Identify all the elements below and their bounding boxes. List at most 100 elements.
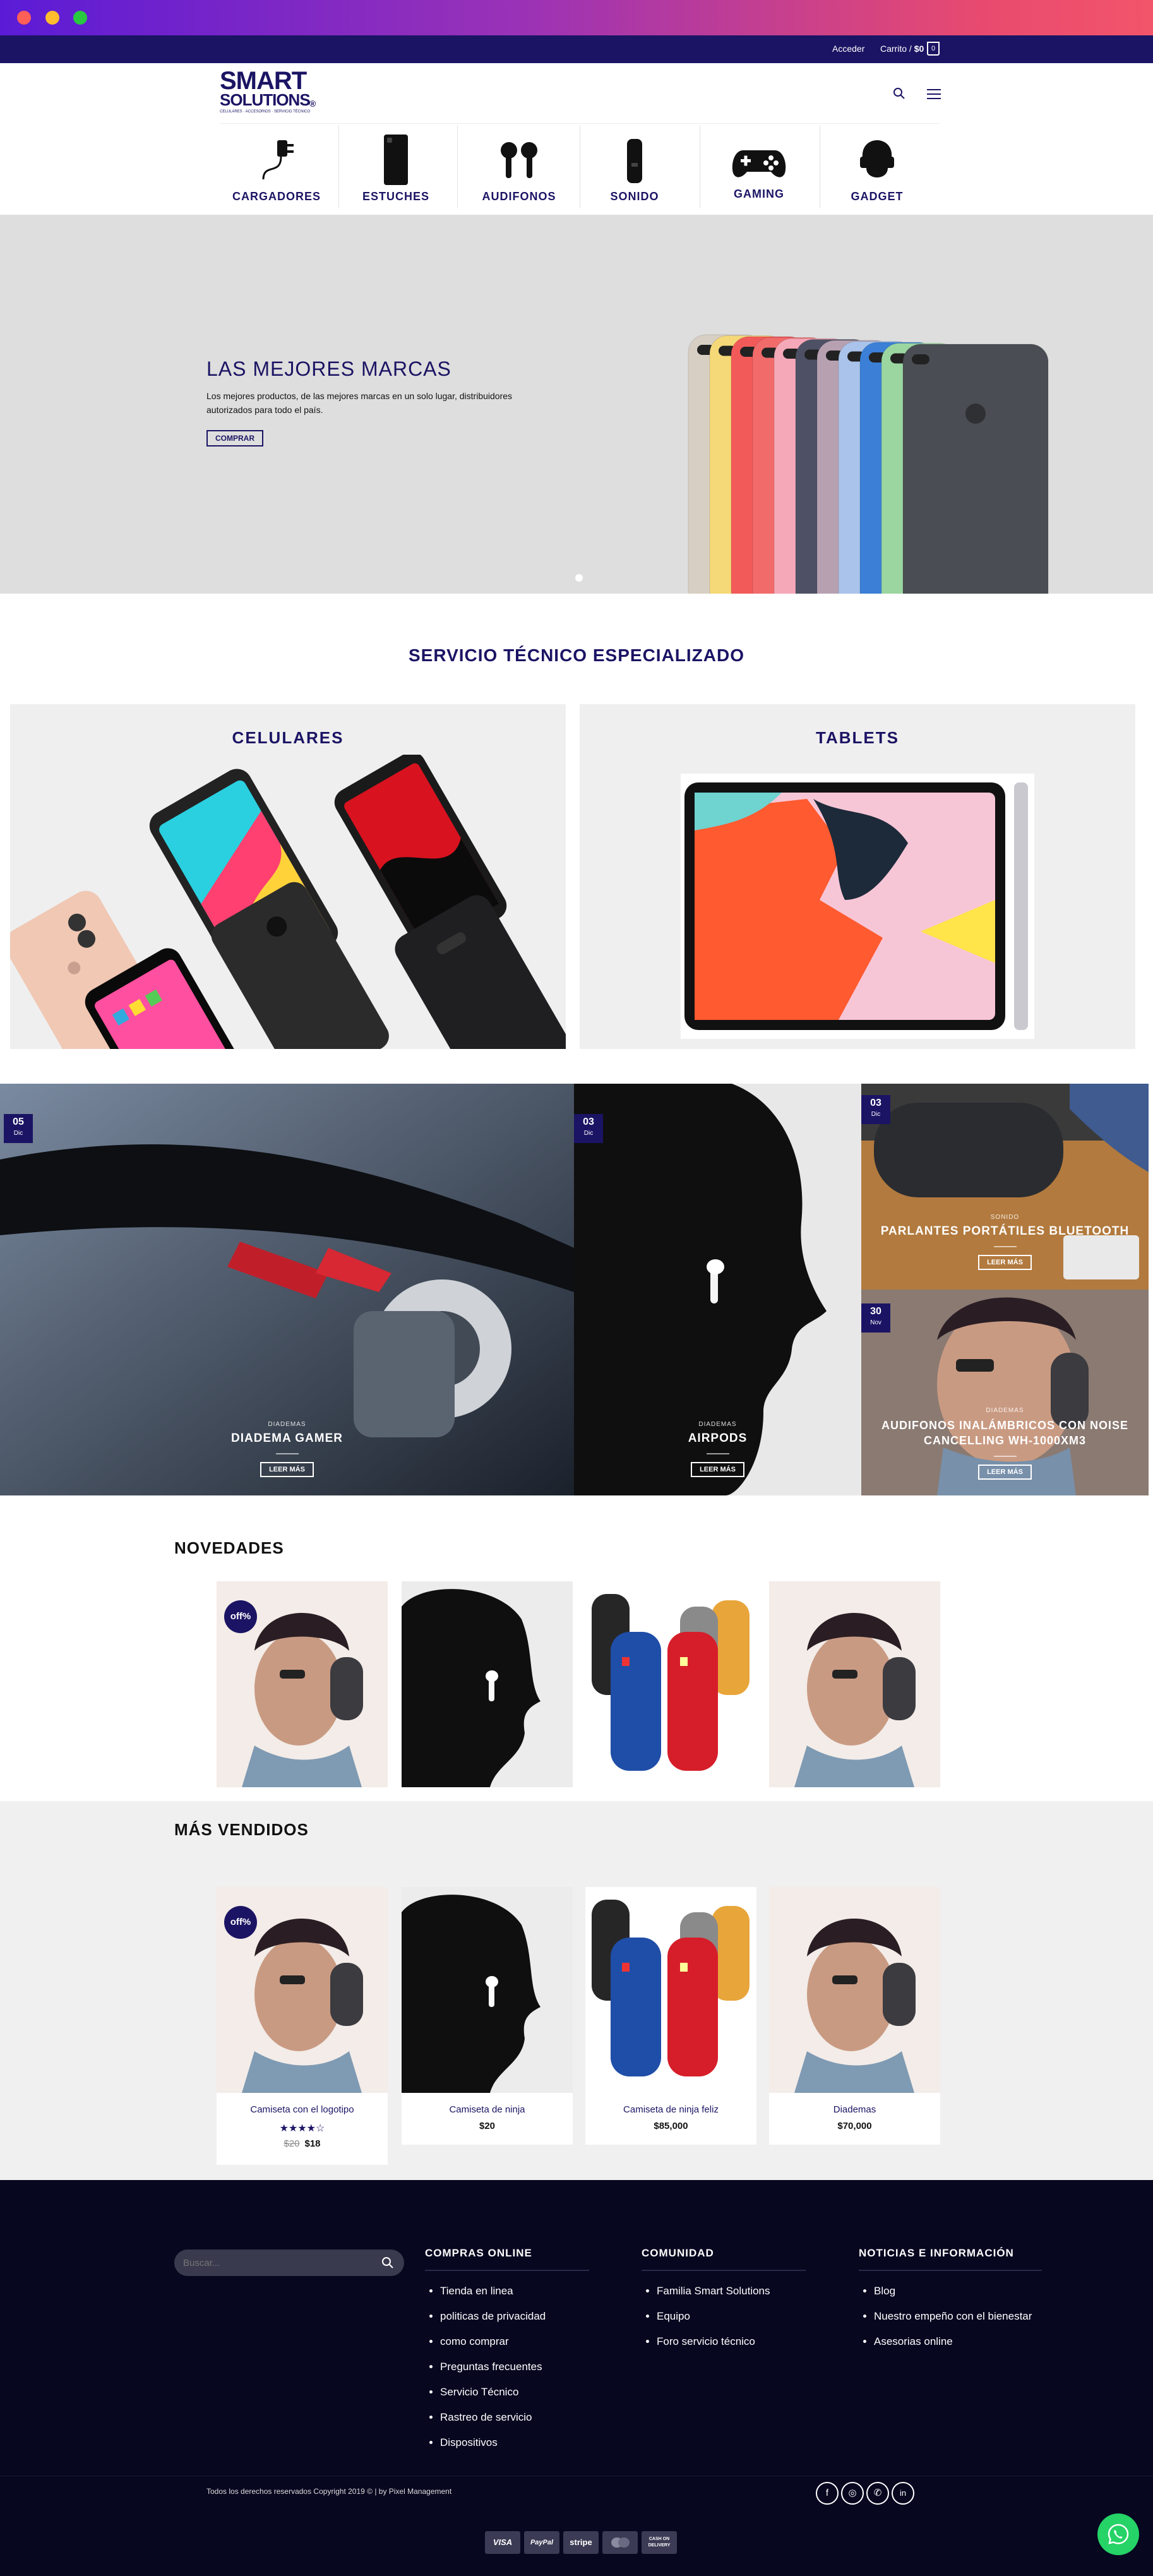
product-card[interactable]: Diademas $70,000 xyxy=(769,1887,940,2145)
cart-link[interactable]: Carrito / $0 xyxy=(880,44,924,54)
facebook-icon[interactable]: f xyxy=(816,2482,839,2505)
hero-title: LAS MEJORES MARCAS xyxy=(206,357,451,380)
read-more-button[interactable]: LEER MÁS xyxy=(691,1462,744,1477)
earbuds-icon xyxy=(501,142,537,178)
hero-slider[interactable]: LAS MEJORES MARCAS Los mejores productos… xyxy=(0,215,1153,594)
blog-post-diadema-gamer[interactable]: 05 Dic DIADEMAS DIADEMA GAMER LEER MÁS xyxy=(0,1084,574,1495)
smartphones-image xyxy=(10,755,566,1049)
footer-link[interactable]: Nuestro empeño con el bienestar xyxy=(874,2310,1048,2323)
date-badge: 30 Nov xyxy=(861,1303,890,1333)
product-price: $20 xyxy=(479,2121,496,2131)
footer-link[interactable]: Asesorias online xyxy=(874,2335,1048,2348)
star-icon: ★ xyxy=(306,2123,316,2134)
blog-caption: DIADEMAS DIADEMA GAMER LEER MÁS xyxy=(0,1421,574,1477)
footer-link[interactable]: Servicio Técnico xyxy=(440,2386,589,2399)
search-icon[interactable] xyxy=(893,87,905,100)
product-card[interactable]: Camiseta de ninja feliz $85,000 xyxy=(585,1887,756,2145)
category-cargadores[interactable]: CARGADORES xyxy=(217,126,337,208)
footer-link[interactable]: Dispositivos xyxy=(440,2436,589,2449)
date-month: Dic xyxy=(583,1130,594,1137)
maximize-window-button[interactable] xyxy=(73,11,87,25)
footer-link[interactable]: Rastreo de servicio xyxy=(440,2411,589,2424)
blog-category: DIADEMAS xyxy=(986,1407,1024,1414)
price-block: $20 $18 xyxy=(217,2138,388,2149)
logo-tagline: CELULARES · ACCESORIOS · SERVICIO TÉCNIC… xyxy=(220,110,311,114)
blog-divider xyxy=(706,1453,729,1454)
blog-title: DIADEMA GAMER xyxy=(231,1432,343,1445)
blog-post-audifonos[interactable]: 30 Nov DIADEMAS AUDIFONOS INALÁMBRICOS CO… xyxy=(861,1290,1149,1495)
footer-divider xyxy=(425,2270,589,2271)
cart-icon[interactable]: 0 xyxy=(927,42,940,56)
footer-divider xyxy=(859,2270,1042,2271)
category-gaming[interactable]: GAMING xyxy=(699,126,819,208)
whatsapp-button[interactable] xyxy=(1097,2513,1139,2555)
blog-post-airpods[interactable]: 03 Dic DIADEMAS AIRPODS LEER MÁS xyxy=(574,1084,861,1495)
login-link[interactable]: Acceder xyxy=(832,44,864,54)
logo-line-2: SOLUTIONS xyxy=(220,90,311,109)
footer-link[interactable]: Equipo xyxy=(657,2310,806,2323)
product-name[interactable]: Diademas xyxy=(769,2104,940,2115)
blog-caption: SONIDO PARLANTES PORTÁTILES BLUETOOTH LE… xyxy=(861,1214,1149,1270)
service-section-title: SERVICIO TÉCNICO ESPECIALIZADO xyxy=(409,645,744,665)
speaker-icon xyxy=(627,139,642,183)
blog-divider xyxy=(275,1453,299,1454)
instagram-icon[interactable]: ◎ xyxy=(841,2482,864,2505)
category-gadget[interactable]: GADGET xyxy=(817,126,937,208)
footer-link[interactable]: Tienda en linea xyxy=(440,2285,589,2297)
star-icon: ☆ xyxy=(316,2123,325,2134)
footer-link[interactable]: Familia Smart Solutions xyxy=(657,2285,806,2297)
product-card[interactable] xyxy=(402,1581,573,1787)
blog-post-parlantes[interactable]: 03 Dic SONIDO PARLANTES PORTÁTILES BLUETO… xyxy=(861,1084,1149,1290)
product-card[interactable]: off% xyxy=(217,1581,388,1787)
category-label: AUDIFONOS xyxy=(482,190,556,203)
read-more-button[interactable]: LEER MÁS xyxy=(978,1255,1032,1270)
product-name[interactable]: Camiseta de ninja feliz xyxy=(585,2104,756,2115)
category-sonido[interactable]: SONIDO xyxy=(575,126,695,208)
star-icon: ★ xyxy=(288,2123,298,2134)
site-logo[interactable]: SMART SOLUTIONS ® CELULARES · ACCESORIOS… xyxy=(220,68,327,119)
tablet-image xyxy=(681,774,1034,1039)
product-name[interactable]: Camiseta con el logotipo xyxy=(217,2104,388,2115)
date-badge: 03 Dic xyxy=(574,1114,603,1143)
product-image-airpods xyxy=(402,1581,573,1787)
product-card[interactable]: off% Camiseta con el logotipo ★★★★☆ $20 $… xyxy=(217,1887,388,2165)
slider-dot-active[interactable] xyxy=(575,574,583,582)
footer-column-compras: COMPRAS ONLINE Tienda en linea politicas… xyxy=(425,2247,589,2462)
star-icon: ★ xyxy=(279,2123,289,2134)
hero-buy-button[interactable]: COMPRAR xyxy=(206,430,263,446)
read-more-button[interactable]: LEER MÁS xyxy=(978,1465,1032,1480)
category-audifonos[interactable]: AUDIFONOS xyxy=(459,126,579,208)
date-day: 30 xyxy=(870,1306,881,1317)
gamepad-icon xyxy=(732,150,786,177)
browser-title-bar xyxy=(0,0,1153,35)
apple-logo-icon xyxy=(965,404,986,424)
service-card-celulares[interactable]: CELULARES xyxy=(10,704,566,1049)
blog-title: AUDIFONOS INALÁMBRICOS CON NOISE CANCELL… xyxy=(881,1419,1128,1447)
service-card-tablets[interactable]: TABLETS xyxy=(580,704,1135,1049)
close-window-button[interactable] xyxy=(17,11,31,25)
product-name[interactable]: Camiseta de ninja xyxy=(402,2104,573,2115)
search-icon[interactable] xyxy=(381,2256,394,2269)
date-badge: 05 Dic xyxy=(4,1114,33,1143)
footer-search-input[interactable] xyxy=(183,2255,373,2271)
hamburger-menu-icon[interactable] xyxy=(927,88,941,100)
product-card[interactable] xyxy=(769,1581,940,1787)
category-label: GADGET xyxy=(851,190,904,203)
product-card[interactable] xyxy=(585,1581,756,1787)
product-card[interactable]: Camiseta de ninja $20 xyxy=(402,1887,573,2145)
phone-icon[interactable]: ✆ xyxy=(866,2482,889,2505)
read-more-button[interactable]: LEER MÁS xyxy=(260,1462,314,1477)
product-image-headphones xyxy=(769,1887,940,2093)
footer-link[interactable]: Blog xyxy=(874,2285,1048,2297)
footer-link[interactable]: Preguntas frecuentes xyxy=(440,2361,589,2373)
category-label: ESTUCHES xyxy=(362,190,429,203)
footer-link[interactable]: como comprar xyxy=(440,2335,589,2348)
footer-divider xyxy=(642,2270,806,2271)
blog-caption: DIADEMAS AIRPODS LEER MÁS xyxy=(574,1421,861,1477)
minimize-window-button[interactable] xyxy=(45,11,59,25)
cart-separator: / xyxy=(907,44,914,54)
footer-link[interactable]: politicas de privacidad xyxy=(440,2310,589,2323)
linkedin-icon[interactable]: in xyxy=(892,2482,914,2505)
footer-link[interactable]: Foro servicio técnico xyxy=(657,2335,806,2348)
category-estuches[interactable]: ESTUCHES xyxy=(336,126,456,208)
